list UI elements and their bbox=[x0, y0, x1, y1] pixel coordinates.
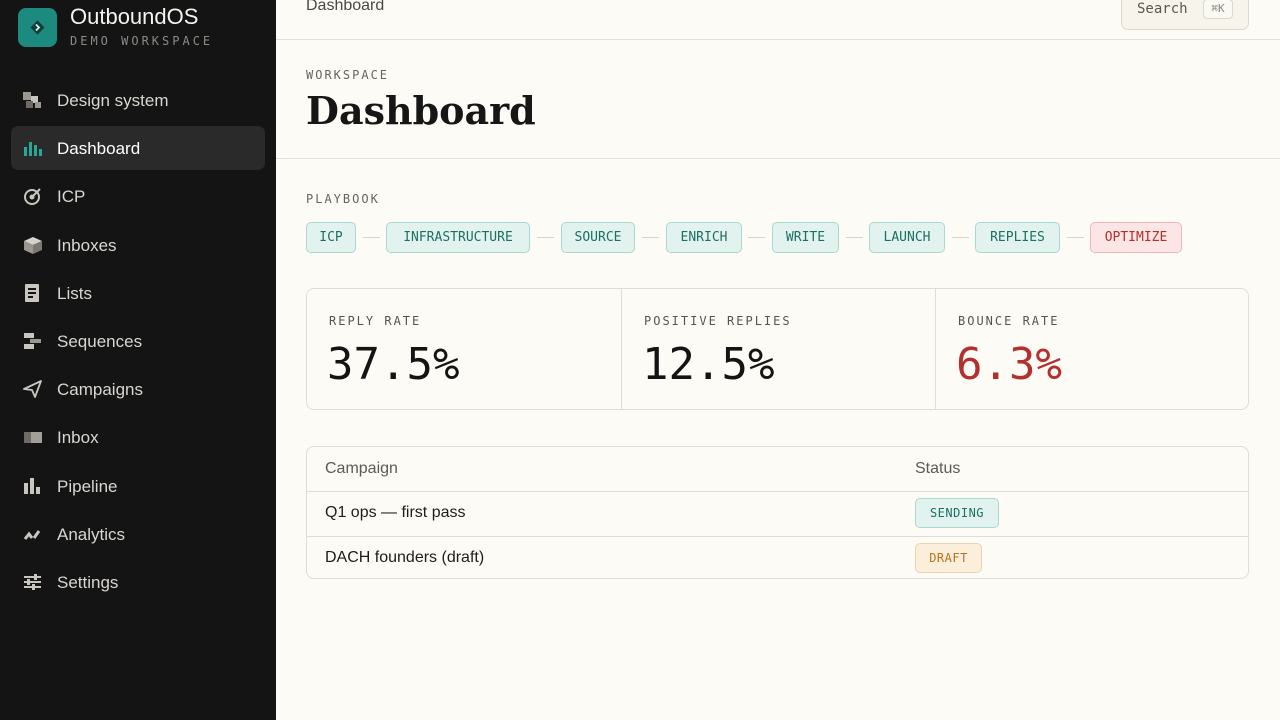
metric-label: POSITIVE REPLIES bbox=[644, 314, 792, 328]
target-icon bbox=[23, 187, 43, 206]
shortcut-badge: ⌘K bbox=[1203, 0, 1233, 19]
stage-connector bbox=[363, 237, 380, 238]
inbox-tray-icon bbox=[23, 428, 43, 446]
sidebar-item-label: Settings bbox=[57, 572, 119, 592]
workspace-name: DEMO WORKSPACE bbox=[70, 34, 214, 48]
design-system-icon bbox=[23, 91, 43, 109]
topbar: Dashboard Search ⌘K bbox=[276, 0, 1280, 40]
metric-positive-replies: POSITIVE REPLIES 12.5% bbox=[621, 289, 935, 409]
sidebar-item-label: Dashboard bbox=[57, 139, 141, 159]
campaigns-table: Campaign Status Q1 ops — first pass SEND… bbox=[306, 446, 1249, 579]
stage-infrastructure[interactable]: INFRASTRUCTURE bbox=[386, 222, 530, 253]
metric-value: 6.3% bbox=[956, 339, 1062, 390]
stage-replies[interactable]: REPLIES bbox=[975, 222, 1060, 253]
pipeline-bars-icon bbox=[23, 477, 43, 495]
metric-label: REPLY RATE bbox=[329, 314, 422, 328]
stage-connector bbox=[537, 237, 554, 238]
sidebar-item-label: Design system bbox=[57, 91, 169, 110]
diamond-arrow-icon bbox=[18, 8, 57, 47]
campaign-name[interactable]: Q1 ops — first pass bbox=[325, 504, 466, 522]
sidebar-item-label: Inbox bbox=[57, 428, 99, 448]
sidebar-item-inbox[interactable]: Inbox bbox=[11, 415, 265, 459]
sidebar-item-inboxes[interactable]: Inboxes bbox=[11, 223, 265, 267]
sidebar-item-analytics[interactable]: Analytics bbox=[11, 512, 265, 556]
stage-connector bbox=[1067, 237, 1084, 238]
sidebar-item-label: Campaigns bbox=[57, 380, 143, 400]
stage-launch[interactable]: LAUNCH bbox=[869, 222, 945, 253]
stage-connector bbox=[748, 237, 765, 238]
page-eyebrow: WORKSPACE bbox=[306, 68, 390, 82]
stage-optimize[interactable]: OPTIMIZE bbox=[1090, 222, 1182, 253]
table-header: Campaign Status bbox=[307, 447, 1248, 492]
campaign-name[interactable]: DACH founders (draft) bbox=[325, 549, 484, 567]
stage-source[interactable]: SOURCE bbox=[561, 222, 635, 253]
stage-icp[interactable]: ICP bbox=[306, 222, 356, 253]
sidebar-item-design-system[interactable]: Design system bbox=[11, 78, 265, 122]
sidebar-item-label: ICP bbox=[57, 187, 86, 207]
column-header-campaign[interactable]: Campaign bbox=[325, 460, 398, 478]
sidebar: OutboundOS DEMO WORKSPACE Design system … bbox=[0, 0, 276, 720]
sidebar-item-sequences[interactable]: Sequences bbox=[11, 319, 265, 363]
sidebar-item-campaigns[interactable]: Campaigns bbox=[11, 367, 265, 411]
sidebar-item-label: Lists bbox=[57, 283, 92, 303]
sidebar-item-label: Sequences bbox=[57, 331, 143, 351]
metric-value: 37.5% bbox=[327, 339, 460, 390]
search-label: Search bbox=[1137, 1, 1188, 17]
sidebar-nav: Design system Dashboard ICP Inboxes List… bbox=[11, 78, 265, 608]
status-badge: SENDING bbox=[915, 498, 999, 528]
page-header: WORKSPACE Dashboard bbox=[276, 40, 1280, 159]
metric-bounce-rate: BOUNCE RATE 6.3% bbox=[935, 289, 1248, 409]
sidebar-item-label: Pipeline bbox=[57, 476, 118, 496]
page-title: Dashboard bbox=[306, 88, 536, 133]
sidebar-item-settings[interactable]: Settings bbox=[11, 560, 265, 604]
metric-value: 12.5% bbox=[642, 339, 775, 390]
stage-connector bbox=[846, 237, 863, 238]
document-list-icon bbox=[23, 283, 43, 302]
sidebar-item-label: Inboxes bbox=[57, 235, 117, 255]
stage-enrich[interactable]: ENRICH bbox=[666, 222, 742, 253]
brand[interactable]: OutboundOS DEMO WORKSPACE bbox=[18, 4, 268, 56]
playbook-label: PLAYBOOK bbox=[306, 192, 380, 206]
metric-label: BOUNCE RATE bbox=[958, 314, 1060, 328]
stage-write[interactable]: WRITE bbox=[772, 222, 839, 253]
table-row[interactable]: DACH founders (draft) DRAFT bbox=[307, 536, 1248, 578]
breadcrumb: Dashboard bbox=[306, 0, 385, 14]
sidebar-item-lists[interactable]: Lists bbox=[11, 271, 265, 315]
sidebar-item-dashboard[interactable]: Dashboard bbox=[11, 126, 265, 171]
sidebar-item-pipeline[interactable]: Pipeline bbox=[11, 464, 265, 508]
sequence-icon bbox=[23, 332, 43, 350]
stage-connector bbox=[642, 237, 659, 238]
sidebar-item-label: Analytics bbox=[57, 524, 126, 544]
paper-plane-icon bbox=[23, 380, 43, 399]
analytics-icon bbox=[23, 525, 43, 543]
sidebar-item-icp[interactable]: ICP bbox=[11, 174, 265, 218]
metrics-panel: REPLY RATE 37.5% POSITIVE REPLIES 12.5% … bbox=[306, 288, 1249, 410]
column-header-status[interactable]: Status bbox=[915, 460, 960, 478]
metric-reply-rate: REPLY RATE 37.5% bbox=[307, 289, 621, 409]
brand-name: OutboundOS bbox=[70, 4, 199, 29]
table-row[interactable]: Q1 ops — first pass SENDING bbox=[307, 492, 1248, 536]
sliders-icon bbox=[23, 573, 43, 591]
status-badge: DRAFT bbox=[915, 543, 982, 573]
search-button[interactable]: Search ⌘K bbox=[1121, 0, 1249, 30]
box-icon bbox=[23, 236, 43, 254]
stage-connector bbox=[952, 237, 969, 238]
bar-chart-icon bbox=[23, 139, 43, 157]
